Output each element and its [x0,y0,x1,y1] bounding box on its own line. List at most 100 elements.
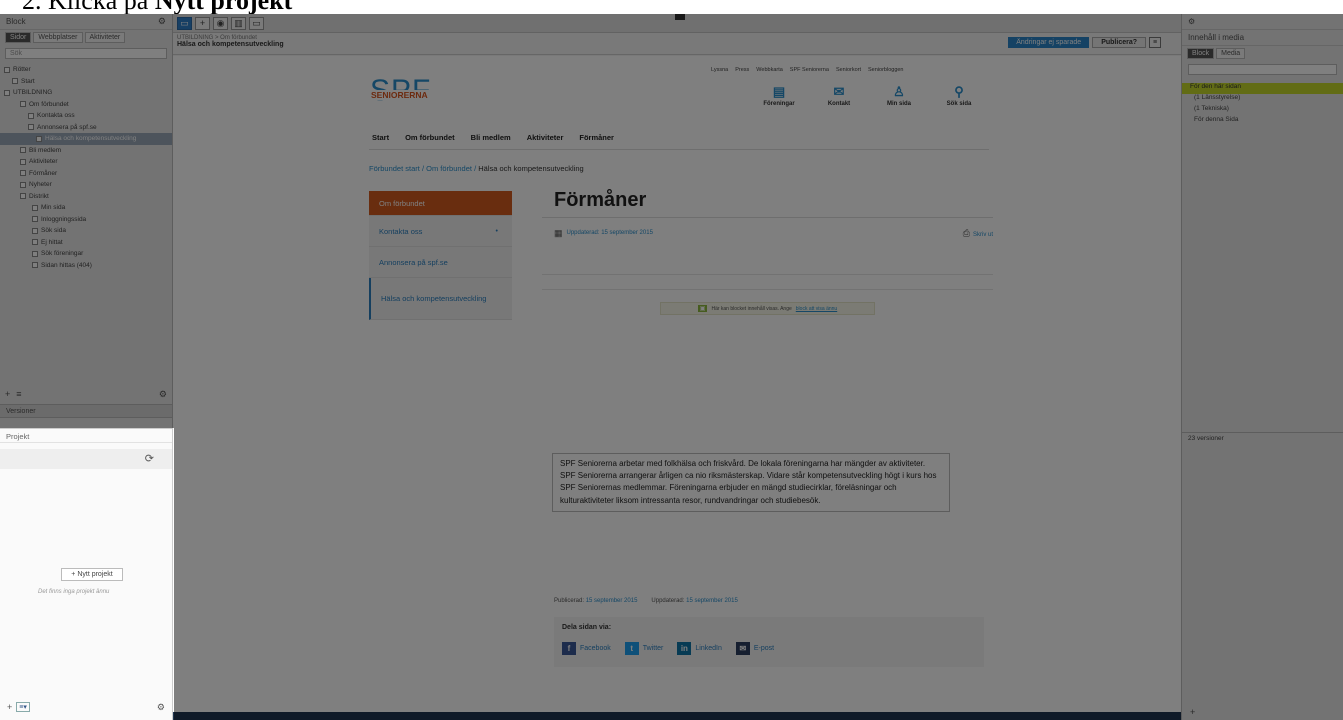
gear-icon[interactable]: ⚙ [158,16,166,27]
share-box: Dela sidan via: f Facebook t Twitter in Lin… [554,617,984,667]
block-tree: För den här sidan (1 Länsstyrelse) (1 Te… [1182,83,1343,127]
device-icon[interactable]: ▭ [249,16,264,30]
right-bottom-bar: + [1190,707,1195,717]
tab-media[interactable]: Media [1216,48,1246,59]
block-folder[interactable]: För denna Sida [1182,116,1343,127]
tree-item-selected[interactable]: Hälsa och kompetensutveckling [0,133,172,145]
add-icon[interactable]: + [7,702,12,712]
nav-om-forbundet[interactable]: Om förbundet [405,133,455,142]
crumb-link[interactable]: Om förbundet [426,164,472,173]
crumb-link[interactable]: Förbundet start [369,164,420,173]
tree-toolbar: + ≡ ⚙ [0,387,172,401]
notice-link[interactable]: block att visa ännu [796,306,837,312]
top-link[interactable]: SPF Seniorerna [790,67,829,73]
quick-link-sok-sida[interactable]: ⚲ Sök sida [939,84,979,107]
publish-button[interactable]: Publicera? [1092,37,1146,48]
tree-item[interactable]: Nyheter [0,179,172,191]
tree-search-input[interactable]: Sök [5,48,167,59]
compare-icon[interactable]: ▥ [231,16,246,30]
nav-start[interactable]: Start [372,133,389,142]
new-project-button[interactable]: + Nytt projekt [61,568,123,581]
tree-item[interactable]: Aktiviteter [0,156,172,168]
crumb-current: Hälsa och kompetensutveckling [478,164,584,173]
tree-item[interactable]: Sidan hittas (404) [0,260,172,272]
quick-link-min-sida[interactable]: ♙ Min sida [879,84,919,107]
drag-handle[interactable] [675,14,685,20]
tree-item[interactable]: Bli medlem [0,145,172,157]
block-folder-selected[interactable]: För den här sidan [1182,83,1343,94]
spf-logo[interactable]: SPF SENIORERNA [370,76,445,112]
block-folder[interactable]: (1 Länsstyrelse) [1182,94,1343,105]
tree-item[interactable]: Inloggningssida [0,214,172,226]
tab-sidor[interactable]: Sidor [5,32,32,43]
version-count[interactable]: 23 versioner [1182,432,1343,444]
quick-link-foreningar[interactable]: ▤ Föreningar [759,84,799,107]
media-search-input[interactable] [1188,64,1337,75]
share-email[interactable]: ✉ E-post [735,642,774,655]
facebook-icon: f [562,642,576,655]
tree-item[interactable]: Start [0,76,172,88]
mail-icon: ✉ [833,84,845,99]
sub-nav: Om förbundet Kontakta oss • Annonsera på … [369,191,512,320]
subnav-om-forbundet[interactable]: Om förbundet [369,191,512,216]
list-icon[interactable]: ≡ [16,389,21,399]
subnav-kontakta-oss[interactable]: Kontakta oss • [369,216,512,247]
quick-links: ▤ Föreningar ✉ Kontakt ♙ Min sida ⚲ Sök sida [759,84,979,107]
block-header: Block ⚙ [0,14,172,30]
list-icon[interactable]: ≡▾ [16,702,30,712]
tree-item[interactable]: Om förbundet [0,99,172,111]
share-linkedin[interactable]: in LinkedIn [677,642,722,655]
projekt-toolbar: ⟳ [0,449,172,469]
top-link[interactable]: Webbkarta [756,67,783,73]
draft-status-button[interactable]: Ändringar ej sparade [1008,37,1090,48]
preview-icon[interactable]: ◉ [213,16,228,30]
top-link[interactable]: Lyssna [711,67,728,73]
add-icon[interactable]: + [195,16,210,30]
refresh-icon[interactable]: ⟳ [145,452,154,465]
toggle-panel-icon[interactable]: ▭ [177,16,192,30]
website-preview: Lyssna Press Webbkarta SPF Seniorerna Se… [173,56,1181,720]
settings-icon[interactable]: ⚙ [159,389,167,400]
share-twitter[interactable]: t Twitter [624,642,663,655]
right-panel: ⚙ Innehåll i media Block Media För den h… [1181,14,1343,720]
tab-block[interactable]: Block [1187,48,1215,59]
article: Förmåner ▦ Uppdaterad: 15 september 2015… [542,187,993,315]
add-icon[interactable]: + [5,389,10,399]
share-facebook[interactable]: f Facebook [562,642,611,655]
right-tabs: Block Media [1182,46,1343,61]
tree-item[interactable]: Min sida [0,202,172,214]
article-body[interactable]: SPF Seniorerna arbetar med folkhälsa och… [552,453,950,512]
add-icon[interactable]: + [1190,707,1195,717]
quick-link-kontakt[interactable]: ✉ Kontakt [819,84,859,107]
updated-date: Uppdaterad: 15 september 2015 [566,230,653,236]
tree-item[interactable]: Kontakta oss [0,110,172,122]
block-icon: ▣ [697,305,708,312]
tab-webbplatser[interactable]: Webbplatser [33,32,83,43]
nav-formaner[interactable]: Förmåner [579,133,614,142]
left-tabs: Sidor Webbplatser Aktiviteter [0,30,172,45]
nav-bli-medlem[interactable]: Bli medlem [471,133,511,142]
top-link[interactable]: Seniorbloggen [868,67,903,73]
tree-item[interactable]: Förmåner [0,168,172,180]
tree-item[interactable]: Sök föreningar [0,248,172,260]
top-link[interactable]: Seniorkort [836,67,861,73]
print-link[interactable]: ⎙ Skriv ut [963,228,993,239]
tree-item[interactable]: Sök sida [0,225,172,237]
tree-item[interactable]: Annonsera på spf.se [0,122,172,134]
email-icon: ✉ [735,642,750,655]
tree-item[interactable]: Distrikt [0,191,172,203]
tree-item[interactable]: UTBILDNING [0,87,172,99]
subnav-halsa[interactable]: Hälsa och kompetensutveckling [369,278,512,320]
nav-aktiviteter[interactable]: Aktiviteter [527,133,564,142]
publish-area: Ändringar ej sparade Publicera? ≡ [1008,37,1161,48]
block-folder[interactable]: (1 Tekniska) [1182,105,1343,116]
versions-header[interactable]: Versioner [0,404,172,418]
gear-icon[interactable]: ⚙ [157,702,165,713]
top-link[interactable]: Press [735,67,749,73]
options-icon[interactable]: ≡ [1149,37,1161,48]
tree-item[interactable]: Ej hittat [0,237,172,249]
tab-aktiviteter[interactable]: Aktiviteter [84,32,126,43]
gear-icon[interactable]: ⚙ [1188,17,1195,26]
subnav-annonsera[interactable]: Annonsera på spf.se [369,247,512,278]
tree-item[interactable]: Rötter [0,64,172,76]
